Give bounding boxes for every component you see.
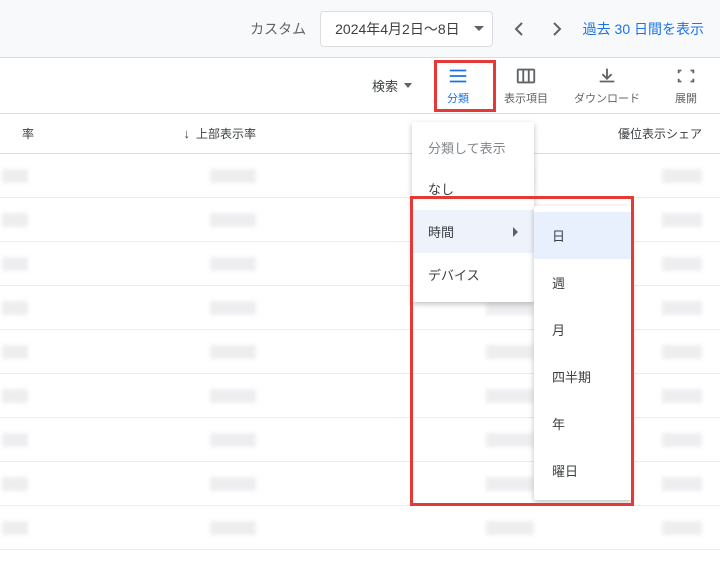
date-range-picker[interactable]: 2024年4月2日～8日: [320, 11, 493, 47]
segment-menu-time-label: 時間: [428, 222, 454, 241]
time-submenu: 日 週 月 四半期 年 曜日: [534, 206, 632, 500]
expand-label: 展開: [675, 90, 697, 106]
segment-button[interactable]: 分類: [438, 66, 478, 106]
time-submenu-month[interactable]: 月: [534, 306, 632, 353]
time-submenu-day[interactable]: 日: [534, 212, 632, 259]
columns-button[interactable]: 表示項目: [504, 66, 548, 106]
search-button[interactable]: 検索: [372, 76, 412, 95]
segment-menu-time[interactable]: 時間: [412, 210, 534, 253]
segment-menu-none[interactable]: なし: [412, 167, 534, 210]
column-header-top-rate[interactable]: ↓ 上部表示率: [50, 125, 280, 142]
dropdown-caret-icon: [474, 26, 484, 31]
search-label: 検索: [372, 76, 398, 95]
table-row[interactable]: [0, 154, 720, 198]
column-header-abs-top-share[interactable]: 優位表示シェア: [590, 125, 720, 142]
time-submenu-year[interactable]: 年: [534, 400, 632, 447]
next-period-button[interactable]: [545, 17, 569, 41]
segment-icon: [447, 66, 469, 86]
download-button[interactable]: ダウンロード: [574, 66, 640, 106]
time-submenu-month-label: 月: [552, 320, 565, 339]
column-header-rate[interactable]: 率: [0, 125, 50, 142]
segment-label: 分類: [447, 90, 469, 106]
chevron-left-icon: [514, 22, 524, 36]
segment-menu-none-label: なし: [428, 179, 454, 198]
segment-menu-device-label: デバイス: [428, 265, 480, 284]
table-toolbar: 検索 分類 表示項目 ダウンロード 展開: [0, 58, 720, 114]
last-30-days-link[interactable]: 過去 30 日間を表示: [583, 19, 704, 39]
chevron-right-icon: [552, 22, 562, 36]
custom-label: カスタム: [250, 19, 306, 39]
prev-period-button[interactable]: [507, 17, 531, 41]
columns-label: 表示項目: [504, 90, 548, 106]
time-submenu-day-label: 日: [552, 226, 565, 245]
time-submenu-dow-label: 曜日: [552, 461, 578, 480]
time-submenu-quarter[interactable]: 四半期: [534, 353, 632, 400]
time-submenu-year-label: 年: [552, 414, 565, 433]
sort-down-icon: ↓: [183, 126, 190, 141]
expand-icon: [675, 66, 697, 86]
time-submenu-week-label: 週: [552, 273, 565, 292]
date-range-bar: カスタム 2024年4月2日～8日 過去 30 日間を表示: [0, 0, 720, 58]
download-label: ダウンロード: [574, 90, 640, 106]
segment-menu: 分類して表示 なし 時間 デバイス: [412, 122, 534, 302]
table-header-row: 率 ↓ 上部表示率 優位表示シェア: [0, 114, 720, 154]
dropdown-caret-icon: [404, 83, 412, 88]
time-submenu-quarter-label: 四半期: [552, 367, 591, 386]
time-submenu-week[interactable]: 週: [534, 259, 632, 306]
chevron-right-icon: [513, 227, 518, 237]
expand-button[interactable]: 展開: [666, 66, 706, 106]
segment-menu-device[interactable]: デバイス: [412, 253, 534, 296]
time-submenu-day-of-week[interactable]: 曜日: [534, 447, 632, 494]
column-header-top-rate-label: 上部表示率: [196, 125, 256, 142]
download-icon: [596, 66, 618, 86]
table-row[interactable]: [0, 506, 720, 550]
date-range-text: 2024年4月2日～8日: [335, 19, 460, 39]
segment-menu-title: 分類して表示: [412, 128, 534, 167]
columns-icon: [515, 66, 537, 86]
